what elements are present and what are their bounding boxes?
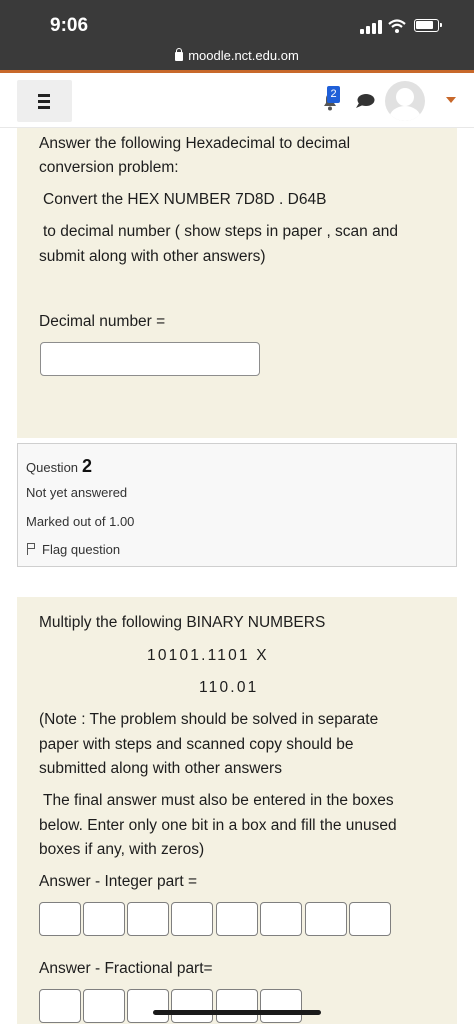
- question1-text-line: conversion problem:: [39, 159, 179, 176]
- home-indicator[interactable]: [153, 1010, 321, 1015]
- decimal-number-input[interactable]: [40, 342, 260, 376]
- question2-note-line: submitted along with other answers: [39, 760, 282, 777]
- question2-note-line: The final answer must also be entered in…: [43, 792, 394, 809]
- browser-top-bar: 9:06 moodle.nct.edu.om: [0, 0, 474, 70]
- integer-bit-input[interactable]: [83, 902, 125, 936]
- menu-button[interactable]: [17, 80, 72, 122]
- notification-count-badge: 2: [327, 86, 340, 103]
- binary-operand-2: 110.01: [199, 679, 259, 696]
- messages-icon[interactable]: [355, 93, 375, 109]
- url-text: moodle.nct.edu.om: [188, 48, 299, 63]
- battery-icon: [414, 19, 442, 32]
- question-marks: Marked out of 1.00: [26, 514, 135, 529]
- fraction-bit-input[interactable]: [127, 989, 169, 1023]
- lock-icon: [175, 48, 184, 61]
- integer-bit-input[interactable]: [171, 902, 213, 936]
- moodle-navbar: 2: [0, 73, 474, 128]
- question1-text-line: Answer the following Hexadecimal to deci…: [39, 135, 351, 152]
- fraction-bit-input[interactable]: [216, 989, 258, 1023]
- user-avatar[interactable]: [385, 81, 425, 121]
- user-menu-chevron-down-icon[interactable]: [446, 97, 456, 103]
- question2-intro: Multiply the following BINARY NUMBERS: [39, 614, 326, 631]
- question2-note-line: paper with steps and scanned copy should…: [39, 736, 354, 753]
- fractional-part-label: Answer - Fractional part=: [39, 960, 213, 977]
- integer-bit-input[interactable]: [127, 902, 169, 936]
- question2-note-line: below. Enter only one bit in a box and f…: [39, 817, 397, 834]
- question1-text-line: submit along with other answers): [39, 248, 266, 265]
- fraction-bit-input[interactable]: [260, 989, 302, 1023]
- question-status: Not yet answered: [26, 485, 128, 500]
- question2-note-line: (Note : The problem should be solved in …: [39, 711, 379, 728]
- question-number: 2: [82, 456, 93, 476]
- flag-question-link[interactable]: Flag question: [26, 542, 120, 557]
- address-bar[interactable]: moodle.nct.edu.om: [0, 48, 474, 63]
- integer-bit-input[interactable]: [349, 902, 391, 936]
- question2-info-box: Question 2 Not yet answered Marked out of…: [17, 443, 457, 567]
- fraction-bit-input[interactable]: [83, 989, 125, 1023]
- integer-bit-input[interactable]: [305, 902, 347, 936]
- integer-part-label: Answer - Integer part =: [39, 873, 198, 890]
- integer-bit-input[interactable]: [260, 902, 302, 936]
- binary-operand-1: 10101.1101 X: [147, 647, 269, 664]
- integer-bit-input[interactable]: [216, 902, 258, 936]
- fraction-bit-input[interactable]: [39, 989, 81, 1023]
- status-time: 9:06: [50, 15, 89, 36]
- question-number-label: Question 2: [26, 456, 93, 476]
- question2-note-line: boxes if any, with zeros): [39, 841, 205, 858]
- wifi-icon: [388, 19, 406, 33]
- decimal-number-label: Decimal number =: [39, 313, 166, 330]
- integer-bit-input[interactable]: [39, 902, 81, 936]
- question1-text-line: Convert the HEX NUMBER 7D8D . D64B: [43, 191, 327, 208]
- flag-icon: [26, 543, 36, 555]
- question1-text-line: to decimal number ( show steps in paper …: [43, 223, 398, 240]
- cellular-signal-icon: [360, 20, 382, 34]
- fraction-bit-input[interactable]: [171, 989, 213, 1023]
